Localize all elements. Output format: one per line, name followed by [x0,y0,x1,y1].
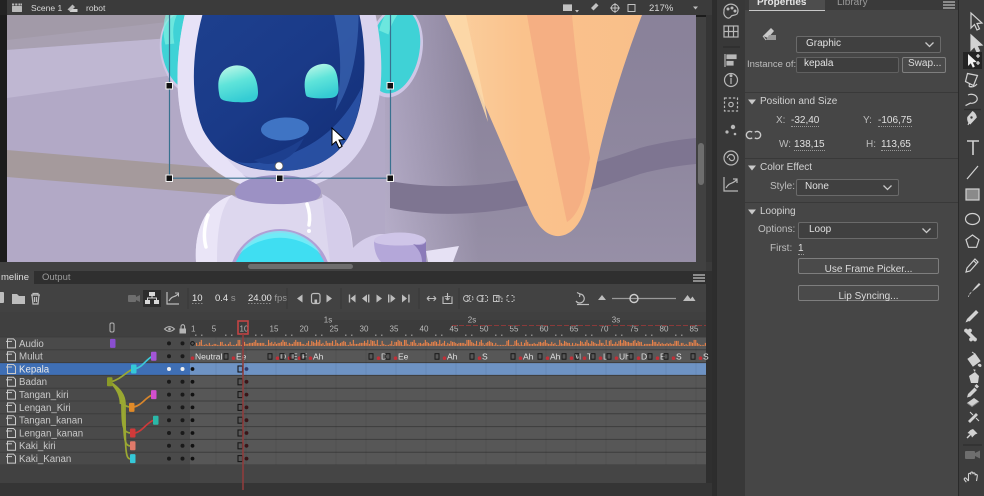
svg-text:S: S [676,351,682,361]
svg-text:Kaki_Kanan: Kaki_Kanan [19,454,71,465]
svg-text:Uh: Uh [619,351,630,361]
svg-text:Mulut: Mulut [19,352,43,363]
svg-text:20: 20 [300,325,309,334]
svg-text:1: 1 [191,325,196,334]
svg-text:Tangan_kiri: Tangan_kiri [19,390,69,401]
svg-text:Audio: Audio [19,339,44,350]
svg-text:D: D [280,351,286,361]
svg-text:3s: 3s [612,316,620,325]
svg-text:217%: 217% [649,3,674,14]
svg-text:1s: 1s [324,316,332,325]
svg-text:S: S [703,351,709,361]
svg-text:Kepala: Kepala [19,364,50,375]
svg-text:E: E [660,351,666,361]
svg-text:Ee: Ee [398,351,409,361]
svg-text:Badan: Badan [19,377,47,388]
svg-text:Lengan_Kiri: Lengan_Kiri [19,403,71,414]
svg-text:S: S [482,351,488,361]
svg-text:30: 30 [360,325,369,334]
svg-text:15: 15 [270,325,279,334]
svg-text:Kaki_kiri: Kaki_kiri [19,441,56,452]
svg-text:Ah: Ah [313,351,324,361]
svg-text:Ah: Ah [550,351,561,361]
svg-text:35: 35 [390,325,399,334]
svg-text:D: D [641,351,647,361]
svg-text:Ah: Ah [447,351,458,361]
svg-text:Ah: Ah [523,351,534,361]
svg-text:Lengan_kanan: Lengan_kanan [19,428,83,439]
svg-text:E: E [292,351,298,361]
svg-text:5: 5 [212,325,217,334]
svg-text:Tangan_kanan: Tangan_kanan [19,416,83,427]
svg-text:Ee: Ee [236,351,247,361]
svg-text:40: 40 [420,325,429,334]
svg-text:2s: 2s [468,316,476,325]
svg-text:Neutral: Neutral [195,351,223,361]
svg-text:25: 25 [330,325,339,334]
